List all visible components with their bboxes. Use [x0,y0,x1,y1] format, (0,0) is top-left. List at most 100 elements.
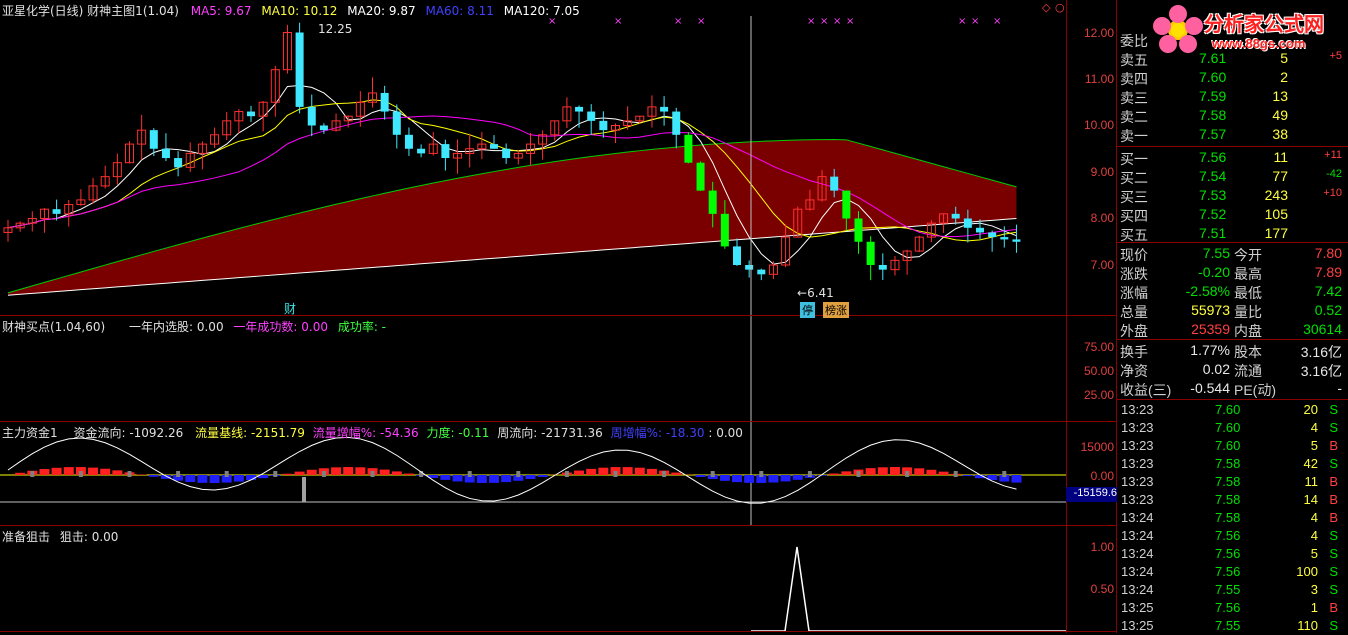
bid-price: 7.51 [1199,225,1226,241]
bid-row[interactable]: 买二7.5477-42 [1117,167,1348,186]
tick-row[interactable]: 13:257.55110S [1117,617,1348,635]
tick-row[interactable]: 13:247.553S [1117,581,1348,599]
candle-body-down [660,107,668,112]
tick-price: 7.56 [1215,528,1240,543]
ask-volume: 2 [1280,69,1288,85]
tick-volume: 1 [1311,600,1318,615]
quote-value: 7.80 [1315,245,1342,261]
flow-tick [565,471,569,477]
quote-value: 3.16亿 [1301,361,1342,381]
flow-bar-down [525,475,535,479]
tick-time: 13:24 [1121,564,1154,579]
flow-tick [808,471,812,477]
kline-chart[interactable]: ××××××××××× [0,0,1116,633]
ask-row[interactable]: 卖四7.602 [1117,68,1348,87]
bid-change: +11 [1324,149,1342,161]
tick-row[interactable]: 13:247.564S [1117,527,1348,545]
ma-band [8,139,1016,295]
bid-row[interactable]: 买五7.51177 [1117,224,1348,243]
circle-icon[interactable]: ○ [1055,1,1065,14]
tick-time: 13:23 [1121,402,1154,417]
ask-volume: 38 [1272,126,1288,142]
candle-body-down [502,149,510,158]
flow-bar-up [88,468,98,475]
tick-row[interactable]: 13:237.5814B [1117,491,1348,509]
quote-value: 25359 [1191,321,1230,337]
tick-volume: 4 [1311,528,1318,543]
tick-row[interactable]: 13:237.604S [1117,419,1348,437]
quote-value: 55973 [1191,302,1230,318]
quote-label: 现价 [1120,245,1148,265]
y-tick: 25.00 [1070,388,1114,402]
ask-change: +5 [1329,50,1342,62]
tick-side: S [1329,546,1338,561]
ask-row[interactable]: 卖一7.5738 [1117,125,1348,144]
flow-tick [905,471,909,477]
ask-row[interactable]: 卖五7.615+5 [1117,49,1348,68]
flow-bar-up [890,467,900,475]
flow-wave-line [8,437,1016,503]
tick-row[interactable]: 13:247.56100S [1117,563,1348,581]
flow-bar-up [671,473,681,475]
ask-price: 7.58 [1199,107,1226,123]
tick-time: 13:23 [1121,474,1154,489]
candle-body-down [757,270,765,275]
candle-body-down [830,177,838,191]
flow-bar-down [744,475,754,483]
ask-label: 卖三 [1120,88,1148,108]
flow-bar-down [781,475,791,481]
candle-body-down [405,135,413,149]
candle-body-down [174,158,182,167]
tick-price: 7.55 [1215,582,1240,597]
ask-row[interactable]: 卖二7.5849 [1117,106,1348,125]
diamond-icon[interactable]: ◇ [1042,1,1050,14]
main-title: 亚星化学(日线) 财神主图1(1.04) [2,4,179,18]
quote-value: -2.58% [1186,283,1230,299]
bid-row[interactable]: 买一7.5611+11 [1117,148,1348,167]
flow-tick [371,471,375,477]
flow-bar-down [720,475,730,481]
y-tick: 0.50 [1070,582,1114,596]
tick-volume: 42 [1304,456,1318,471]
signal-marker: × [971,16,979,27]
flow-bar-up [914,468,924,475]
main-panel-header: 亚星化学(日线) 财神主图1(1.04) MA5: 9.67 MA10: 10.… [2,2,580,19]
tick-price: 7.56 [1215,600,1240,615]
bid-volume: 177 [1265,225,1288,241]
tick-row[interactable]: 13:237.605B [1117,437,1348,455]
tick-side: S [1329,456,1338,471]
tick-side: B [1329,492,1338,507]
tick-volume: 100 [1296,564,1318,579]
tick-row[interactable]: 13:247.584B [1117,509,1348,527]
y-tick: 15000 [1070,440,1114,454]
tick-row[interactable]: 13:237.6020S [1117,401,1348,419]
tick-row[interactable]: 13:237.5842S [1117,455,1348,473]
flow-bar-up [598,468,608,475]
tick-row[interactable]: 13:247.565S [1117,545,1348,563]
flow-bar-up [404,474,414,475]
quote-row: 现价7.55今开7.80 [1117,244,1348,263]
tick-side: S [1329,528,1338,543]
quote-value: -0.20 [1198,264,1230,280]
bid-label: 买四 [1120,206,1148,226]
candle-body-down [150,130,158,149]
candle-body-down [952,214,960,219]
badge-cai: 财 [284,300,296,317]
candle-body-down [867,242,875,265]
snipe-spike [751,547,1066,631]
candle-body-down [988,232,996,237]
tick-row[interactable]: 13:237.5811B [1117,473,1348,491]
extra-label: : 0.00 [708,426,743,440]
tick-price: 7.58 [1215,492,1240,507]
bid-row[interactable]: 买四7.52105 [1117,205,1348,224]
candle-body-down [855,219,863,242]
bid-row[interactable]: 买三7.53243+10 [1117,186,1348,205]
webi-label: 委比 [1120,31,1148,51]
tick-row[interactable]: 13:257.561B [1117,599,1348,617]
tick-time: 13:24 [1121,582,1154,597]
flow-bar-up [112,470,122,475]
ask-row[interactable]: 卖三7.5913 [1117,87,1348,106]
flow-bar-down [793,475,803,480]
candle-body-down [684,135,692,163]
flow-bar-up [878,467,888,475]
